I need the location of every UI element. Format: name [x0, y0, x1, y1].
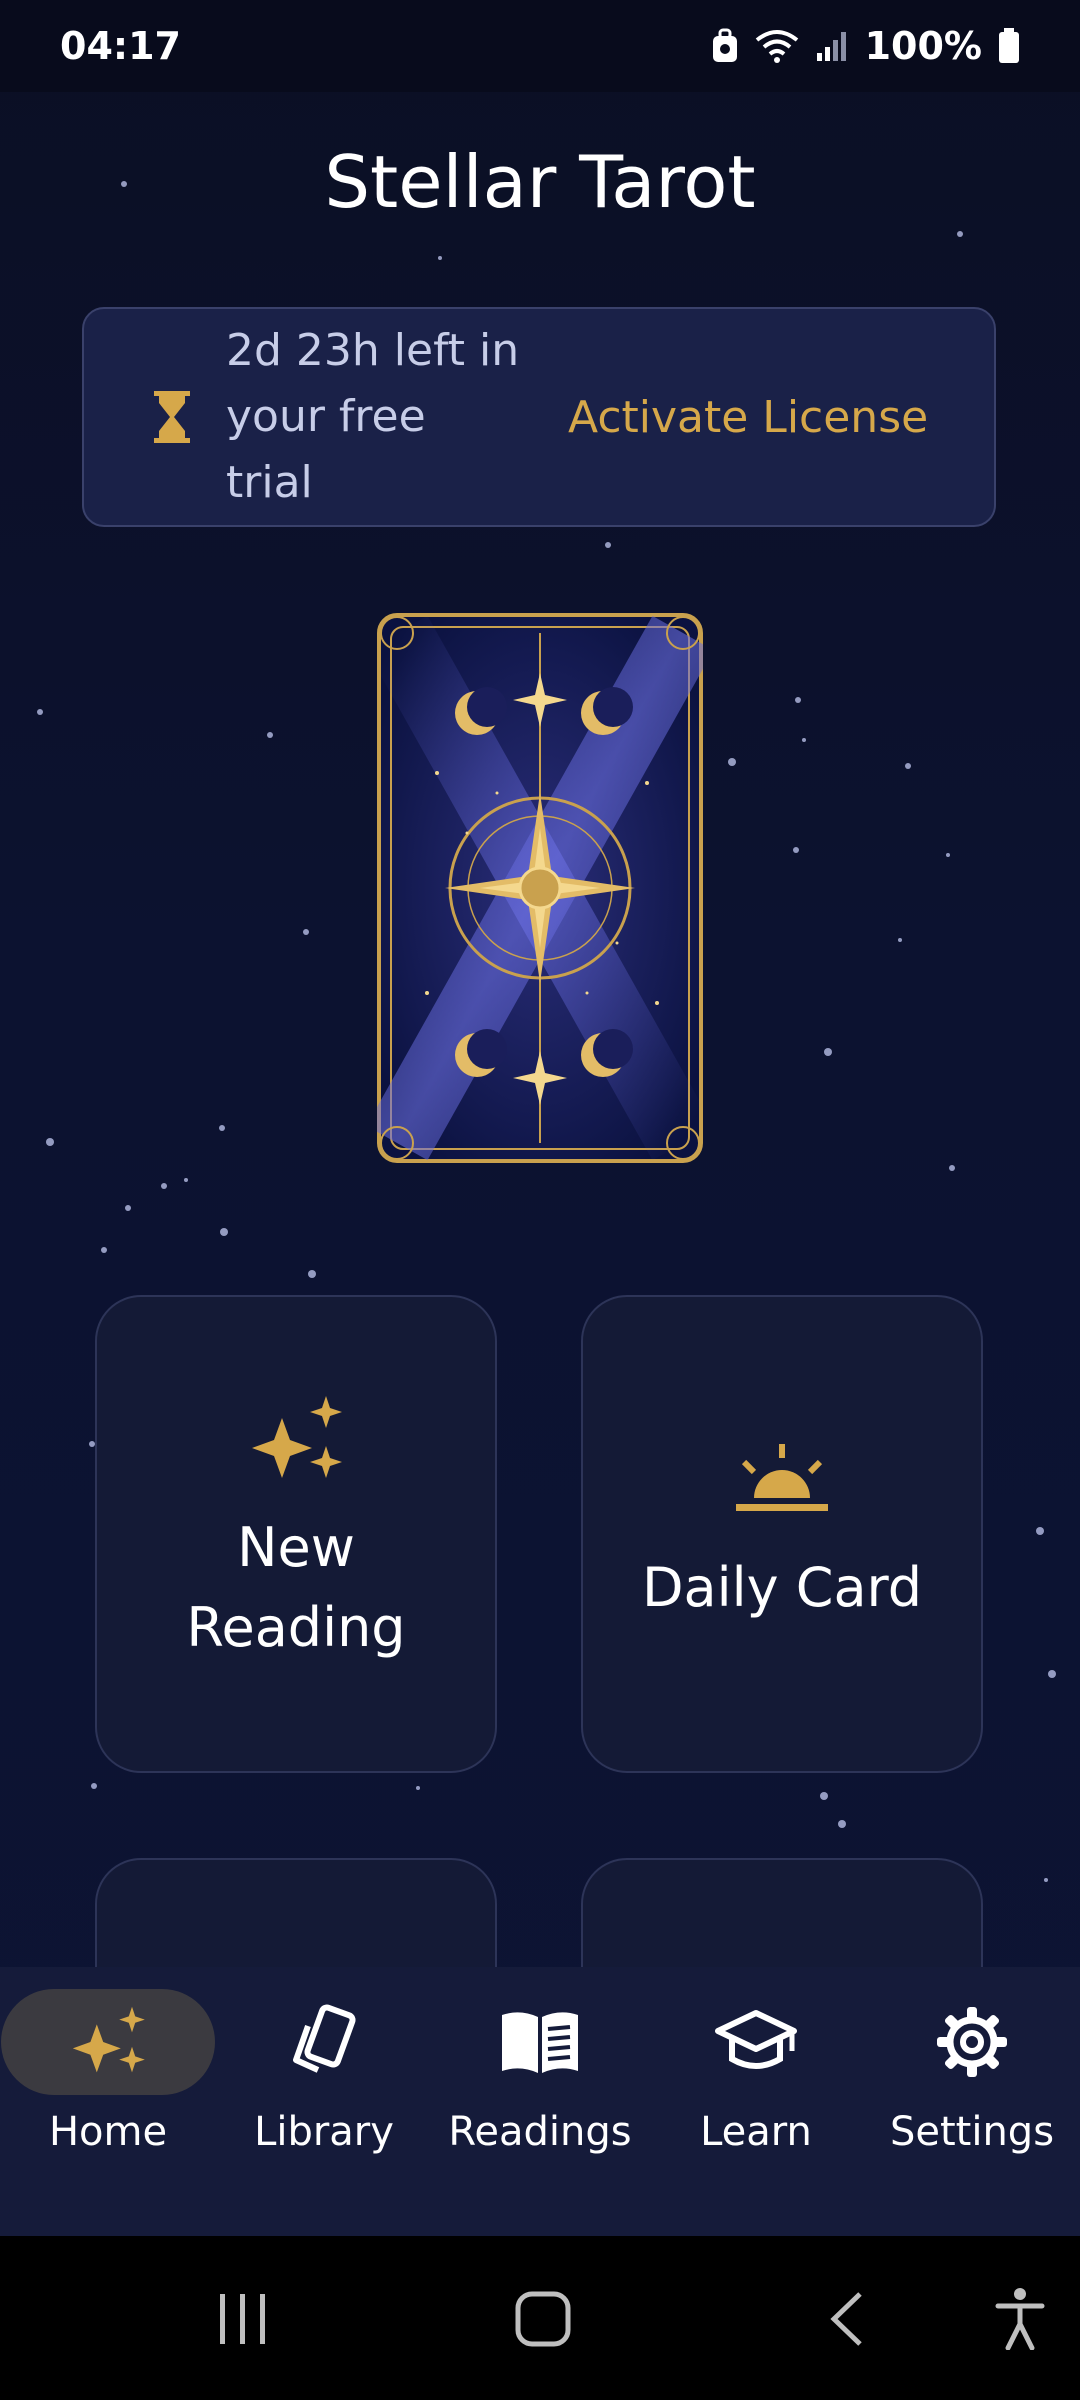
status-icons: 100%: [711, 24, 1020, 68]
system-navigation-bar: [0, 2236, 1080, 2400]
nav-settings-icon-wrap: [865, 1989, 1079, 2095]
nav-label-library: Library: [254, 2109, 394, 2155]
nav-item-library[interactable]: Library: [216, 1967, 432, 2236]
nav-learn-icon-wrap: [649, 1989, 863, 2095]
status-bar: 04:17 100%: [0, 0, 1080, 92]
sparkles-icon: [72, 2006, 145, 2073]
trial-line-1: 2d 23h left in: [226, 325, 520, 376]
nav-item-readings[interactable]: Readings: [432, 1967, 648, 2236]
nav-label-home: Home: [48, 2109, 168, 2155]
graduation-cap-icon: [715, 2010, 797, 2069]
status-time: 04:17: [60, 24, 181, 68]
trial-line-2: your free trial: [226, 391, 426, 508]
wifi-icon: [755, 30, 798, 63]
signal-icon: [816, 32, 846, 61]
new-reading-label-line1: New: [237, 1516, 355, 1579]
bottom-navigation: Home Library Readings Learn Settings: [0, 1967, 1080, 2236]
sunrise-icon: [736, 1444, 828, 1511]
nav-label-learn: Learn: [700, 2109, 812, 2155]
cards-icon: [293, 2004, 356, 2073]
sparkles-icon: [252, 1396, 342, 1478]
tarot-card-back-image: [377, 613, 703, 1163]
nav-home-indicator: [1, 1989, 215, 2095]
nav-item-learn[interactable]: Learn: [648, 1967, 864, 2236]
nav-item-home[interactable]: Home: [0, 1967, 216, 2236]
daily-card-label: Daily Card: [641, 1556, 923, 1619]
book-icon: [502, 2012, 578, 2073]
vpn-lock-icon: [712, 28, 737, 62]
hourglass-icon: [154, 391, 190, 443]
trial-remaining-text: 2d 23h left in your free trial: [226, 318, 526, 516]
battery-percent: 100%: [864, 24, 982, 68]
activate-license-button[interactable]: Activate License: [568, 392, 928, 443]
trial-banner: 2d 23h left in your free trial Activate …: [82, 307, 996, 527]
nav-library-icon-wrap: [217, 1989, 431, 2095]
nav-item-settings[interactable]: Settings: [864, 1967, 1080, 2236]
nav-readings-icon-wrap: [433, 1989, 647, 2095]
recent-apps-icon[interactable]: [216, 2292, 270, 2346]
gear-icon: [937, 2007, 1007, 2077]
nav-label-readings: Readings: [448, 2109, 632, 2155]
new-reading-label: New Reading: [186, 1508, 405, 1668]
daily-card-tile[interactable]: Daily Card: [581, 1295, 983, 1773]
back-icon[interactable]: [826, 2290, 866, 2348]
battery-icon: [999, 28, 1019, 63]
accessibility-icon[interactable]: [994, 2286, 1046, 2350]
new-reading-label-line2: Reading: [186, 1596, 406, 1659]
app-title: Stellar Tarot: [324, 140, 756, 224]
nav-label-settings: Settings: [889, 2109, 1055, 2155]
home-button-icon[interactable]: [514, 2290, 572, 2348]
new-reading-tile[interactable]: New Reading: [95, 1295, 497, 1773]
